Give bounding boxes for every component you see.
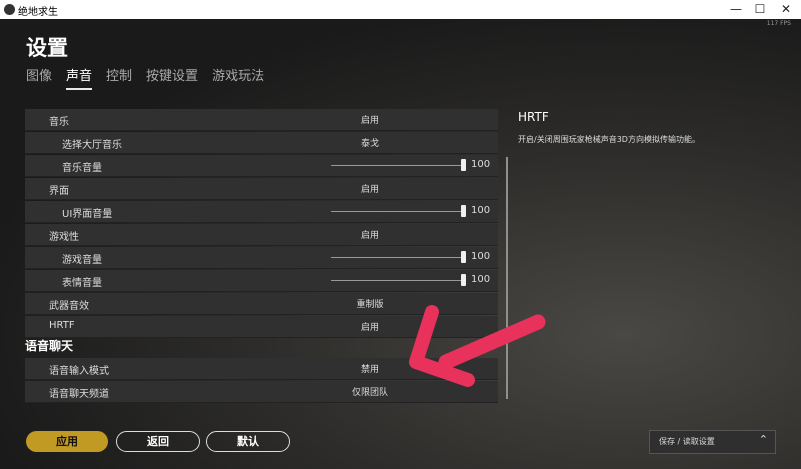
annotation-arrow-icon <box>409 305 546 387</box>
slider-value: 100 <box>471 251 491 262</box>
slider-value: 100 <box>471 274 491 285</box>
slider-value: 100 <box>471 159 491 170</box>
setting-row-game-volume[interactable]: 游戏音量 100 <box>25 247 498 269</box>
setting-label: 语音输入模式 <box>49 366 109 377</box>
volume-slider-handle[interactable] <box>461 159 466 171</box>
volume-slider-track[interactable] <box>331 257 464 258</box>
window-title: 绝地求生 <box>18 7 58 18</box>
fps-counter: 117 FPS <box>766 20 791 27</box>
volume-slider-track[interactable] <box>331 280 464 281</box>
tab-sound[interactable]: 声音 <box>66 65 93 90</box>
settings-tabs: 图像 声音 控制 按键设置 游戏玩法 <box>26 65 264 90</box>
setting-row-emote-volume[interactable]: 表情音量 100 <box>25 270 498 292</box>
setting-value[interactable]: 禁用 <box>361 362 379 375</box>
info-panel-description: 开启/关闭周围玩家枪械声音3D方向模拟传输功能。 <box>518 135 700 144</box>
setting-value[interactable]: 启用 <box>361 228 379 241</box>
page-title: 设置 <box>26 36 68 60</box>
setting-label: 界面 <box>49 186 69 197</box>
volume-slider-handle[interactable] <box>461 274 466 286</box>
setting-label: 语音聊天频道 <box>49 389 109 400</box>
back-button[interactable]: 返回 <box>116 431 200 452</box>
setting-label: 游戏音量 <box>62 255 102 266</box>
close-button[interactable]: ✕ <box>778 1 794 17</box>
setting-value[interactable]: 仅限团队 <box>352 385 388 398</box>
minimize-button[interactable]: — <box>728 1 744 17</box>
setting-value[interactable]: 泰戈 <box>361 136 379 149</box>
chevron-up-icon: ⌃ <box>758 433 768 446</box>
setting-label: 表情音量 <box>62 278 102 289</box>
setting-value[interactable]: 启用 <box>361 113 379 126</box>
maximize-button[interactable]: ☐ <box>752 1 768 17</box>
info-panel-title: HRTF <box>518 110 549 124</box>
setting-row-gameplay[interactable]: 游戏性 启用 <box>25 224 498 246</box>
volume-slider-track[interactable] <box>331 165 464 166</box>
tab-control[interactable]: 控制 <box>106 65 132 90</box>
setting-row-music[interactable]: 音乐 启用 <box>25 109 498 131</box>
save-load-settings-button[interactable]: 保存 / 读取设置 ⌃ <box>649 430 776 454</box>
voice-chat-section-title: 语音聊天 <box>25 339 74 353</box>
setting-label: 音乐 <box>49 117 69 128</box>
window-titlebar: 绝地求生 — ☐ ✕ <box>0 0 801 19</box>
tab-keybindings[interactable]: 按键设置 <box>146 65 198 90</box>
slider-value: 100 <box>471 205 491 216</box>
setting-row-interface[interactable]: 界面 启用 <box>25 178 498 200</box>
tab-graphics[interactable]: 图像 <box>26 65 52 90</box>
volume-slider-handle[interactable] <box>461 251 466 263</box>
apply-button[interactable]: 应用 <box>26 431 108 452</box>
setting-label: 游戏性 <box>49 232 79 243</box>
setting-label: UI界面音量 <box>62 209 113 220</box>
setting-row-ui-volume[interactable]: UI界面音量 100 <box>25 201 498 223</box>
setting-label: HRTF <box>49 320 75 331</box>
setting-label: 选择大厅音乐 <box>62 140 122 151</box>
setting-row-music-volume[interactable]: 音乐音量 100 <box>25 155 498 177</box>
setting-label: 武器音效 <box>49 301 89 312</box>
setting-row-lobby-music[interactable]: 选择大厅音乐 泰戈 <box>25 132 498 154</box>
setting-value[interactable]: 启用 <box>361 320 379 333</box>
tab-gameplay[interactable]: 游戏玩法 <box>212 65 264 90</box>
volume-slider-handle[interactable] <box>461 205 466 217</box>
setting-label: 音乐音量 <box>62 163 102 174</box>
setting-value[interactable]: 启用 <box>361 182 379 195</box>
default-button[interactable]: 默认 <box>206 431 290 452</box>
volume-slider-track[interactable] <box>331 211 464 212</box>
save-load-label: 保存 / 读取设置 <box>659 437 715 446</box>
setting-value[interactable]: 重制版 <box>356 297 383 310</box>
app-icon <box>4 4 15 15</box>
